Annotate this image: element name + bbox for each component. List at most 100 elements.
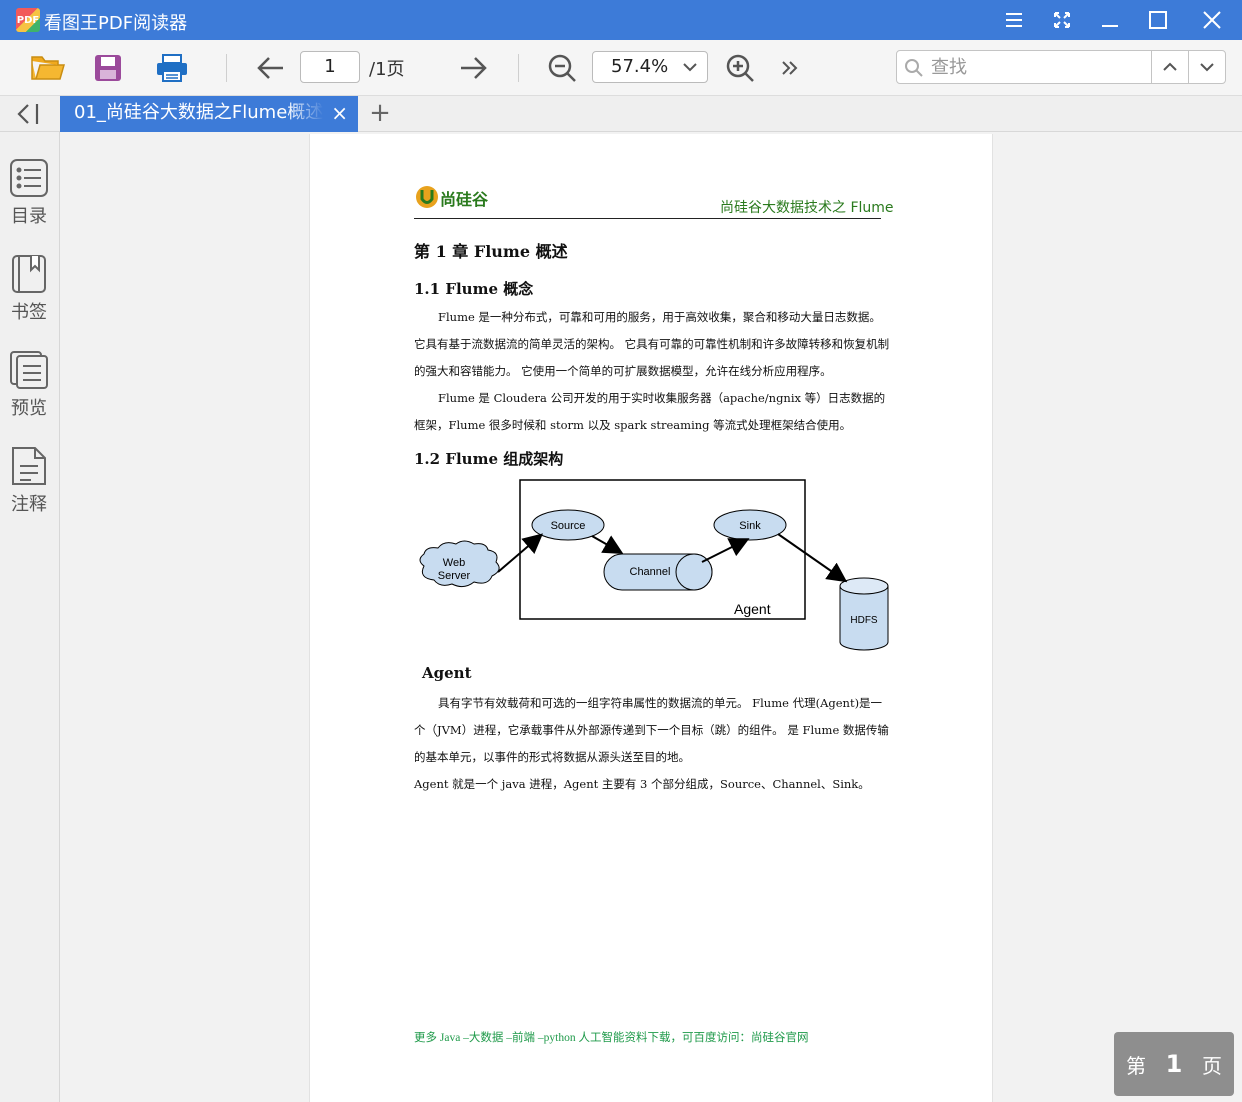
expand-icon [1054,12,1070,28]
sidebar-item-toc[interactable]: 目录 [0,158,58,238]
zoom-select[interactable]: 57.4% [592,51,708,83]
paragraph: Agent 就是一个 java 进程，Agent 主要有 3 个部分组成，Sou… [414,777,870,791]
source-label: Source [551,520,586,532]
zoom-out-button[interactable] [542,50,582,86]
flume-architecture-diagram: Agent Web Server Source Channel Sink HDF… [419,479,889,651]
arrow-left-icon [257,57,283,79]
maximize-button[interactable] [1140,4,1176,36]
maximize-icon [1149,11,1167,29]
doc-logo-text: 尚硅谷 [440,190,489,209]
fullscreen-button[interactable] [1044,4,1080,36]
close-icon [1203,11,1221,29]
pages-icon [10,351,48,389]
title-bar: PDF 看图王PDF阅读器 [0,0,1242,40]
toolbar-divider [226,54,227,82]
page-indicator-prefix: 第 [1126,1053,1146,1078]
collapse-sidebar-button[interactable] [16,102,42,126]
arrow-sink-to-hdfs [777,533,848,583]
pdf-page: 尚硅谷 尚硅谷大数据技术之 Flume 第 1 章 Flume 概述 1.1 F… [309,134,993,1102]
search-next-button[interactable] [1188,51,1225,83]
collapse-left-icon [17,104,39,124]
hdfs-node: HDFS [839,577,889,651]
toolbar: 1 /1页 57.4% [0,40,1242,96]
paragraph: Flume 是 Cloudera 公司开发的用于实时收集服务器（apache/n… [414,391,886,432]
sidebar-item-label: 目录 [11,206,47,227]
page-indicator-suffix: 页 [1201,1053,1222,1078]
doc-logo: 尚硅谷 [414,184,504,212]
tab-document[interactable]: 01_尚硅谷大数据之Flume概述.pdf × [60,96,358,132]
folder-icon [31,56,65,80]
menu-button[interactable] [996,4,1032,36]
close-window-button[interactable] [1194,4,1230,36]
web-server-label: Web [443,557,465,569]
channel-label: Channel [630,566,671,578]
zoom-in-button[interactable] [720,50,760,86]
search-icon [905,59,923,77]
zoom-out-icon [548,54,576,82]
page-indicator-number: 1 [1165,1050,1183,1078]
agent-box [519,479,806,620]
header-rule [414,218,881,219]
chevron-down-icon [1200,63,1214,72]
agent-label: Agent [734,601,771,617]
tab-bar: 01_尚硅谷大数据之Flume概述.pdf × + [0,96,1242,132]
document-note-icon [12,447,46,485]
next-page-button[interactable] [454,50,494,86]
list-icon [10,159,48,197]
paragraph: 具有字节有效载荷和可选的一组字符串属性的数据流的单元。 Flume 代理(Age… [414,696,889,764]
arrow-web-to-source [497,533,544,573]
chevron-up-icon [1163,62,1177,71]
open-file-button[interactable] [28,50,68,86]
app-title: 看图王PDF阅读器 [44,13,188,34]
document-viewport[interactable]: 尚硅谷 尚硅谷大数据技术之 Flume 第 1 章 Flume 概述 1.1 F… [60,132,1242,1102]
toolbar-divider [518,54,519,82]
paragraph: Flume 是一种分布式，可靠和可用的服务，用于高效收集，聚合和移动大量日志数据… [414,310,890,378]
doc-header-title: 尚硅谷大数据技术之 Flume [720,200,894,216]
sidebar-item-annotations[interactable]: 注释 [0,446,58,526]
brand-logo-icon [416,186,438,208]
app-logo-icon: PDF [16,8,40,32]
page-indicator: 第 1 页 [1114,1032,1234,1096]
chapter-title: 第 1 章 Flume 概述 [414,242,568,261]
hamburger-icon [1006,13,1022,27]
channel-node: Channel [603,553,713,591]
sidebar-item-label: 预览 [11,398,47,419]
minimize-icon [1102,25,1118,27]
arrow-source-to-channel [591,535,624,554]
search-previous-button[interactable] [1151,51,1188,83]
zoom-value: 57.4% [611,56,669,77]
minimize-button[interactable] [1092,4,1128,36]
section-title: Agent [422,664,472,682]
zoom-in-icon [726,54,754,82]
search-input[interactable] [931,55,1141,79]
save-button[interactable] [88,50,128,86]
doc-footer: 更多 Java –大数据 –前端 –python 人工智能资料下载，可百度访问：… [414,1032,809,1044]
printer-icon [157,54,187,82]
tab-label: 01_尚硅谷大数据之Flume概述.pdf [74,102,324,123]
bookmark-icon [12,255,46,293]
side-panel: 目录 书签 预览 注释 [0,132,60,1102]
page-total-label: /1页 [369,59,405,80]
sidebar-item-preview[interactable]: 预览 [0,350,58,430]
sidebar-item-label: 注释 [11,494,47,515]
sidebar-item-label: 书签 [11,302,47,323]
web-server-label: Server [438,570,471,582]
print-button[interactable] [152,50,192,86]
search-box [896,50,1226,84]
arrow-channel-to-sink [701,538,750,563]
sink-label: Sink [739,520,761,532]
new-tab-button[interactable]: + [368,100,392,128]
more-tools-button[interactable] [770,50,810,86]
chevron-down-icon [683,63,697,72]
web-server-cloud: Web Server [419,540,500,588]
arrow-right-icon [461,57,487,79]
section-title: 1.2 Flume 组成架构 [414,450,564,468]
page-number-input[interactable]: 1 [300,51,360,83]
hdfs-label: HDFS [850,615,878,626]
double-chevron-right-icon [782,61,798,75]
previous-page-button[interactable] [250,50,290,86]
save-icon [95,55,121,81]
tab-close-button[interactable]: × [331,96,348,130]
sidebar-item-bookmarks[interactable]: 书签 [0,254,58,334]
section-title: 1.1 Flume 概念 [414,280,534,298]
